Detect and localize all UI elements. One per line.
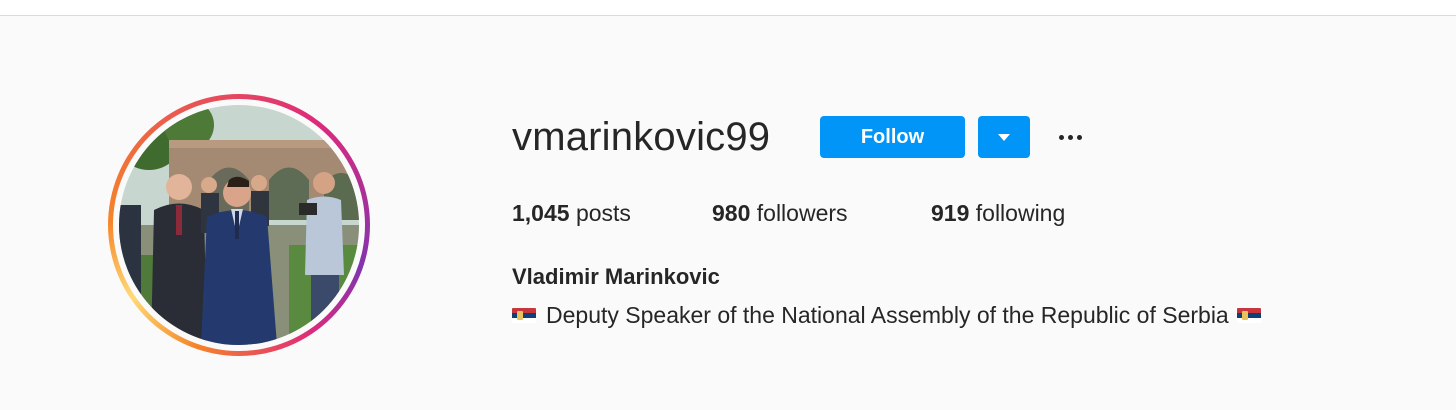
following-count: 919 xyxy=(931,200,970,226)
posts-count: 1,045 xyxy=(512,200,570,226)
following-label: following xyxy=(975,200,1066,226)
avatar-photo-image xyxy=(119,105,359,345)
followers-label: followers xyxy=(756,200,848,226)
bio-text: Deputy Speaker of the National Assembly … xyxy=(546,302,1229,328)
follow-button[interactable]: Follow xyxy=(820,116,965,158)
followers-count-link[interactable]: 980 followers xyxy=(712,200,848,227)
posts-label: posts xyxy=(575,200,631,226)
avatar[interactable] xyxy=(119,105,359,345)
more-options-button[interactable] xyxy=(1054,122,1086,152)
chevron-down-icon xyxy=(998,133,1010,141)
following-count-link[interactable]: 919 following xyxy=(931,200,1065,227)
suggested-accounts-dropdown-button[interactable] xyxy=(978,116,1030,158)
top-navigation-bar xyxy=(0,0,1456,16)
profile-full-name: Vladimir Marinkovic xyxy=(512,264,720,289)
profile-bio: Deputy Speaker of the National Assembly … xyxy=(512,302,1261,329)
profile-username: vmarinkovic99 xyxy=(512,115,771,159)
serbian-flag-icon xyxy=(1236,307,1261,324)
more-options-icon-dot xyxy=(1076,134,1082,140)
avatar-gap xyxy=(113,99,365,351)
followers-count: 980 xyxy=(712,200,751,226)
more-options-icon-dot xyxy=(1067,134,1073,140)
serbian-flag-icon xyxy=(512,307,536,324)
posts-count-stat: 1,045 posts xyxy=(512,200,631,227)
more-options-icon xyxy=(1058,134,1064,140)
profile-avatar-story-ring[interactable] xyxy=(108,94,370,356)
